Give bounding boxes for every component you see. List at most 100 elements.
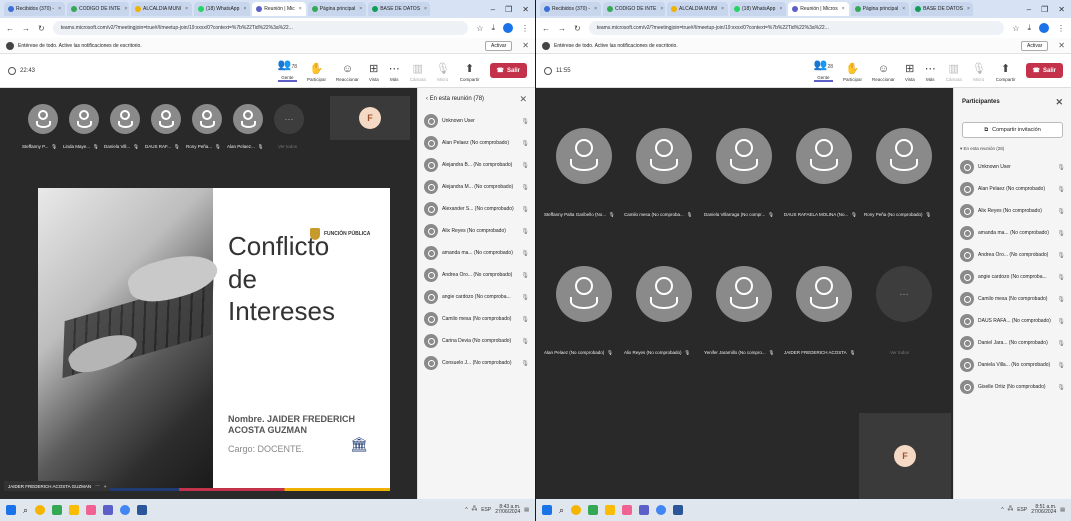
participant-row[interactable]: Camilo mesa (No comprobado) 🎙 — [424, 308, 529, 330]
download-icon[interactable]: ⤓ — [491, 23, 495, 33]
browser-tab[interactable]: BASE DE DATOS × — [911, 2, 974, 16]
windows-start-icon[interactable] — [542, 505, 552, 515]
add-icon[interactable]: + — [104, 484, 107, 489]
participant-row[interactable]: Unknown User 🎙 — [960, 156, 1065, 178]
browser-tab[interactable]: CODIGO DE INTE × — [67, 2, 129, 16]
chrome-icon[interactable] — [656, 505, 667, 515]
notification-icon[interactable]: ▤ — [1060, 507, 1065, 513]
close-icon[interactable]: × — [967, 6, 970, 12]
tray-arrow-icon[interactable]: ^ — [465, 507, 467, 513]
close-icon[interactable]: × — [594, 6, 597, 12]
participant-row[interactable]: Alejandra B... (No comprobado) 🎙 — [424, 154, 529, 176]
minimize-icon[interactable]: – — [491, 5, 495, 14]
clock[interactable]: 8:43 a.m. 27/06/2024 — [495, 504, 520, 516]
view-button[interactable]: ⊞ Vista — [369, 63, 379, 82]
more-participants-button[interactable]: ··· — [876, 266, 932, 322]
maximize-icon[interactable]: ❐ — [1041, 5, 1048, 14]
word-icon[interactable] — [673, 505, 684, 515]
search-icon[interactable]: ⌕ — [559, 505, 564, 516]
back-icon[interactable]: ← — [542, 24, 550, 33]
star-icon[interactable]: ☆ — [1012, 24, 1019, 33]
participant-row[interactable]: amanda ma... (No comprobado) 🎙 — [424, 242, 529, 264]
mic-button[interactable]: 🎙 Micro — [436, 63, 450, 82]
participant-row[interactable]: Alix Reyes (No comprobado) 🎙 — [424, 220, 529, 242]
participant-row[interactable]: Alix Reyes (No comprobado) 🎙 — [960, 200, 1065, 222]
more-button[interactable]: ⋯ Más — [925, 63, 936, 82]
back-icon[interactable]: ‹ — [426, 96, 428, 102]
maximize-icon[interactable]: ❐ — [505, 5, 512, 14]
app-icon[interactable] — [571, 505, 582, 515]
people-button[interactable]: 👥78 Gente — [277, 59, 298, 82]
participant-row[interactable]: Unknown User 🎙 — [424, 110, 529, 132]
app-icon[interactable] — [588, 505, 599, 515]
share-button[interactable]: ⬆ Compartir — [996, 63, 1016, 82]
close-icon[interactable]: ✕ — [522, 41, 529, 50]
browser-tab-active[interactable]: Reunión | Micros × — [788, 2, 849, 16]
windows-start-icon[interactable] — [6, 505, 16, 515]
section-header[interactable]: ▾ En esta reunión (28) — [960, 144, 1065, 156]
participant-row[interactable]: Alexander S... (No comprobado) 🎙 — [424, 198, 529, 220]
close-icon[interactable]: × — [359, 6, 362, 12]
participant-row[interactable]: Andrea Oro... (No comprobado) 🎙 — [960, 244, 1065, 266]
app-icon[interactable] — [605, 505, 616, 515]
participant-row[interactable]: Alejandra M... (No comprobado) 🎙 — [424, 176, 529, 198]
browser-tab[interactable]: Página principal × — [307, 2, 367, 16]
raise-hand-button[interactable]: ✋ Participar — [843, 63, 862, 82]
react-button[interactable]: ☺ Reaccionar — [336, 63, 359, 82]
close-icon[interactable]: × — [660, 6, 663, 12]
close-icon[interactable]: ✕ — [1058, 41, 1065, 50]
browser-tab[interactable]: Página principal × — [850, 2, 910, 16]
raise-hand-button[interactable]: ✋ Participar — [307, 63, 326, 82]
search-icon[interactable]: ⌕ — [23, 505, 28, 516]
close-icon[interactable]: × — [902, 6, 905, 12]
activate-button[interactable]: Activar — [485, 40, 513, 51]
self-video-tile[interactable]: F — [330, 96, 410, 140]
participant-row[interactable]: Consuelo J... (No comprobado) 🎙 — [424, 352, 529, 374]
leave-button[interactable]: ☎ Salir — [1025, 63, 1063, 78]
word-icon[interactable] — [137, 505, 148, 515]
language-indicator[interactable]: ESP — [481, 507, 491, 513]
participant-row[interactable]: amanda ma... (No comprobado) 🎙 — [960, 222, 1065, 244]
reload-icon[interactable]: ↻ — [38, 24, 45, 33]
app-icon[interactable] — [639, 505, 650, 515]
expand-icon[interactable]: ⋯ — [95, 483, 100, 489]
close-icon[interactable]: ✕ — [519, 94, 527, 105]
app-icon[interactable] — [86, 505, 97, 515]
language-indicator[interactable]: ESP — [1017, 507, 1027, 513]
participant-row[interactable]: Carina Devia (No comprobado) 🎙 — [424, 330, 529, 352]
close-icon[interactable]: × — [779, 6, 782, 12]
menu-icon[interactable]: ⋮ — [1057, 24, 1065, 33]
clock[interactable]: 8:51 a.m. 27/06/2024 — [1031, 504, 1056, 516]
close-icon[interactable]: × — [185, 6, 188, 12]
share-invite-button[interactable]: ⧉ Compartir invitación — [962, 122, 1063, 138]
browser-tab[interactable]: BASE DE DATOS × — [368, 2, 431, 16]
close-icon[interactable]: × — [243, 6, 246, 12]
menu-icon[interactable]: ⋮ — [521, 24, 529, 33]
participant-row[interactable]: Camilo mesa (No comprobado) 🎙 — [960, 288, 1065, 310]
close-icon[interactable]: × — [124, 6, 127, 12]
browser-tab[interactable]: ALCALDIA MUNI × — [667, 2, 728, 16]
view-button[interactable]: ⊞ Vista — [905, 63, 915, 82]
network-icon[interactable]: 🖧 — [472, 506, 478, 514]
close-icon[interactable]: × — [424, 6, 427, 12]
participant-row[interactable]: angie cardozo (No comproba... 🎙 — [960, 266, 1065, 288]
close-icon[interactable]: × — [842, 6, 845, 12]
minimize-icon[interactable]: – — [1027, 5, 1031, 14]
forward-icon[interactable]: → — [558, 24, 566, 33]
browser-tab[interactable]: ALCALDIA MUNI × — [131, 2, 192, 16]
browser-tab-active[interactable]: Reunión | Mic × — [252, 2, 306, 16]
close-window-icon[interactable]: ✕ — [522, 5, 529, 14]
react-button[interactable]: ☺ Reaccionar — [872, 63, 895, 82]
browser-tab[interactable]: CODIGO DE INTE × — [603, 2, 665, 16]
participant-row[interactable]: Alan Pelaez (No comprobado) 🎙 — [960, 178, 1065, 200]
camera-button[interactable]: ▥ Cámara — [410, 63, 426, 82]
more-participants-button[interactable]: ··· — [274, 104, 304, 134]
app-icon[interactable] — [69, 505, 80, 515]
app-icon[interactable] — [103, 505, 114, 515]
close-icon[interactable]: × — [721, 6, 724, 12]
reload-icon[interactable]: ↻ — [574, 24, 581, 33]
close-icon[interactable]: × — [58, 6, 61, 12]
back-icon[interactable]: ← — [6, 24, 14, 33]
notification-icon[interactable]: ▤ — [524, 507, 529, 513]
tray-arrow-icon[interactable]: ^ — [1001, 507, 1003, 513]
